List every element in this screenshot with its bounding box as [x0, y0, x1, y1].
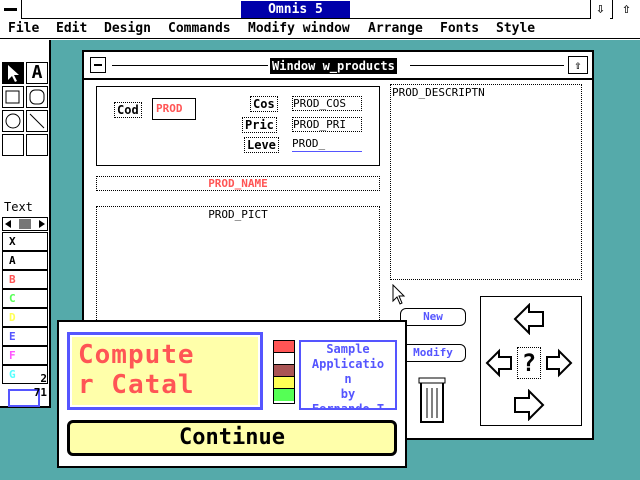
cos-label: Cos: [250, 96, 278, 112]
system-menu-icon[interactable]: [0, 0, 22, 19]
oval-tool-icon[interactable]: [2, 110, 24, 132]
color-swatch-b[interactable]: B: [2, 270, 48, 289]
leve-field[interactable]: PROD_: [292, 137, 362, 152]
window-title: Window w_products: [270, 58, 397, 74]
color-stripes: [273, 340, 295, 404]
about-line-3: n: [344, 372, 352, 386]
cod-label: Cod: [114, 102, 142, 118]
navigation-panel: ?: [480, 296, 582, 426]
color-swatch-a[interactable]: A: [2, 251, 48, 270]
title-rule-right: [410, 65, 564, 66]
prod-descr-label: PROD_DESCRIPTN: [392, 86, 485, 99]
cos-field[interactable]: PROD_COS: [292, 96, 362, 111]
color-swatch-x[interactable]: X: [2, 232, 48, 251]
about-line-5: Fernando T: [311, 402, 385, 410]
app-title-bar: Omnis 5 ⇩ ⇧: [0, 0, 640, 19]
nav-prev-arrow-icon[interactable]: [513, 302, 545, 336]
leve-label: Leve: [244, 137, 279, 153]
text-tool-icon[interactable]: A: [26, 62, 48, 84]
menu-design[interactable]: Design: [104, 21, 151, 37]
menu-bar: File Edit Design Commands Modify window …: [0, 19, 640, 39]
nav-next-arrow-icon[interactable]: [513, 388, 545, 422]
continue-button[interactable]: Continue: [67, 420, 397, 456]
maximize-icon[interactable]: ⇧: [612, 0, 640, 19]
app-title: Omnis 5: [241, 1, 350, 18]
menu-modify-window[interactable]: Modify window: [248, 21, 350, 37]
about-line-4: by: [340, 387, 356, 401]
pric-field[interactable]: PROD_PRI: [292, 117, 362, 132]
menu-arrange[interactable]: Arrange: [368, 21, 423, 37]
about-line-2: Applicatio: [311, 357, 385, 371]
nav-query-button[interactable]: ?: [517, 347, 541, 379]
menu-fonts[interactable]: Fonts: [440, 21, 479, 37]
menu-file[interactable]: File: [8, 21, 39, 37]
window-menu-icon[interactable]: [90, 57, 106, 73]
app-name-line-1: Compute: [78, 340, 195, 370]
app-name-box: Compute r Catal: [67, 332, 263, 410]
pointer-tool-icon[interactable]: [2, 62, 24, 84]
palette-count-2: 71: [33, 386, 47, 399]
color-swatch-c[interactable]: C: [2, 289, 48, 308]
window-maximize-icon[interactable]: ⇧: [568, 56, 588, 74]
color-swatch-f[interactable]: F: [2, 346, 48, 365]
app-name-line-2: r Catal: [78, 370, 195, 400]
field-tool-icon[interactable]: [2, 134, 24, 156]
prod-name-field[interactable]: PROD_NAME: [96, 176, 380, 191]
window-title-bar: Window w_products ⇧: [84, 52, 592, 80]
pattern-slider[interactable]: [2, 217, 48, 231]
prod-descr-box[interactable]: [390, 84, 582, 280]
minimize-icon[interactable]: ⇩: [590, 0, 610, 19]
modify-button[interactable]: Modify: [400, 344, 466, 362]
menu-commands[interactable]: Commands: [168, 21, 231, 37]
nav-first-arrow-icon[interactable]: [485, 347, 513, 379]
color-swatch-d[interactable]: D: [2, 308, 48, 327]
about-line-1: Sample: [326, 342, 370, 356]
mouse-cursor-icon: [392, 283, 408, 306]
palette-label: Text: [4, 200, 33, 214]
menu-edit[interactable]: Edit: [56, 21, 87, 37]
tool-palette: A Text X A B C D E F G: [0, 40, 51, 408]
palette-count-1: 2: [40, 372, 47, 385]
trash-icon[interactable]: [418, 376, 446, 424]
cod-field[interactable]: PROD: [152, 98, 196, 120]
button-tool-icon[interactable]: [26, 134, 48, 156]
about-text: Sample Applicatio n by Fernando T: [299, 340, 397, 410]
color-swatch-e[interactable]: E: [2, 327, 48, 346]
line-tool-icon[interactable]: [26, 110, 48, 132]
rounded-rect-tool-icon[interactable]: [26, 86, 48, 108]
new-button[interactable]: New: [400, 308, 466, 326]
pric-label: Pric: [242, 117, 277, 133]
splash-window: Compute r Catal Sample Applicatio n by F…: [57, 320, 407, 468]
prod-pict-label: PROD_PICT: [208, 208, 268, 221]
menu-style[interactable]: Style: [496, 21, 535, 37]
nav-last-arrow-icon[interactable]: [545, 347, 573, 379]
title-rule-left: [112, 65, 268, 66]
rectangle-tool-icon[interactable]: [2, 86, 24, 108]
